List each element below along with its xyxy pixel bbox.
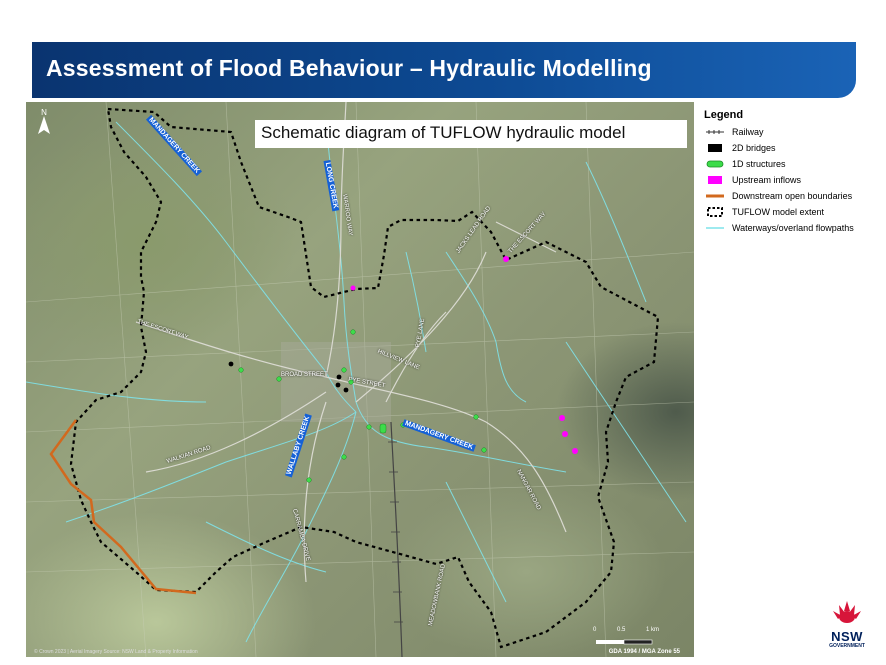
legend-label: Downstream open boundaries	[732, 191, 853, 201]
inflow-point	[503, 256, 509, 262]
logo-subtitle: GOVERNMENT	[829, 643, 865, 649]
structure-icon	[706, 160, 724, 168]
north-arrow-icon	[38, 116, 50, 134]
structure-point	[473, 414, 479, 420]
legend-item-bridges: 2D bridges	[704, 140, 884, 156]
railway-icon	[706, 130, 724, 134]
legend-item-extent: TUFLOW model extent	[704, 204, 884, 220]
legend: Legend Railway 2D bridges 1D structures …	[704, 109, 884, 236]
header-banner: Assessment of Flood Behaviour – Hydrauli…	[32, 42, 856, 98]
inflow-point	[562, 431, 568, 437]
bridge-icon	[708, 144, 722, 152]
bridge-point	[343, 387, 349, 393]
inflow-point	[350, 285, 356, 291]
inflow-point	[559, 415, 565, 421]
map-title-box: Schematic diagram of TUFLOW hydraulic mo…	[255, 120, 687, 148]
legend-item-structures: 1D structures	[704, 156, 884, 172]
inflow-icon	[708, 176, 722, 184]
structure-point	[366, 424, 372, 430]
north-label: N	[41, 108, 47, 117]
bridge-point	[335, 382, 341, 388]
structure-point	[341, 454, 347, 460]
scale-label-half: 0.5	[617, 627, 626, 633]
projection-label: GDA 1994 / MGA Zone 55	[608, 649, 680, 655]
map-title: Schematic diagram of TUFLOW hydraulic mo…	[261, 123, 626, 142]
legend-label: 1D structures	[732, 159, 786, 169]
railway-ticks	[388, 441, 403, 623]
legend-label: Railway	[732, 127, 764, 137]
structure-point	[481, 447, 487, 453]
boundary-icon	[706, 194, 724, 198]
inflow-point	[572, 448, 578, 454]
downstream-boundary	[49, 419, 197, 595]
imagery-credit: © Crown 2023 | Aerial Imagery Source: NS…	[34, 649, 198, 655]
legend-label: TUFLOW model extent	[732, 207, 825, 217]
scale-bar	[596, 639, 653, 645]
waterway-icon	[706, 227, 724, 229]
road-label: BROAD STREET	[281, 372, 328, 378]
nsw-logo: NSW GOVERNMENT	[826, 599, 868, 649]
scale-label-zero: 0	[593, 627, 597, 633]
bridge-point	[336, 374, 342, 380]
legend-item-railway: Railway	[704, 124, 884, 140]
extent-icon	[707, 207, 723, 217]
structure-point	[341, 367, 347, 373]
legend-title: Legend	[704, 109, 744, 121]
logo-name: NSW	[831, 629, 863, 644]
legend-item-boundaries: Downstream open boundaries	[704, 188, 884, 204]
structure-point	[350, 329, 356, 335]
structure-point	[238, 367, 244, 373]
structure-point	[306, 477, 312, 483]
legend-item-waterways: Waterways/overland flowpaths	[704, 220, 884, 236]
legend-label: 2D bridges	[732, 143, 776, 153]
legend-label: Waterways/overland flowpaths	[732, 223, 854, 233]
structure-point	[379, 423, 387, 434]
waratah-icon	[833, 601, 861, 623]
bridge-point	[228, 361, 234, 367]
legend-label: Upstream inflows	[732, 175, 802, 185]
page-title: Assessment of Flood Behaviour – Hydrauli…	[46, 55, 652, 81]
scale-label-one: 1 km	[646, 627, 660, 633]
map-panel: N Schematic diagram of TUFLOW hydraulic …	[26, 102, 694, 657]
legend-item-inflows: Upstream inflows	[704, 172, 884, 188]
